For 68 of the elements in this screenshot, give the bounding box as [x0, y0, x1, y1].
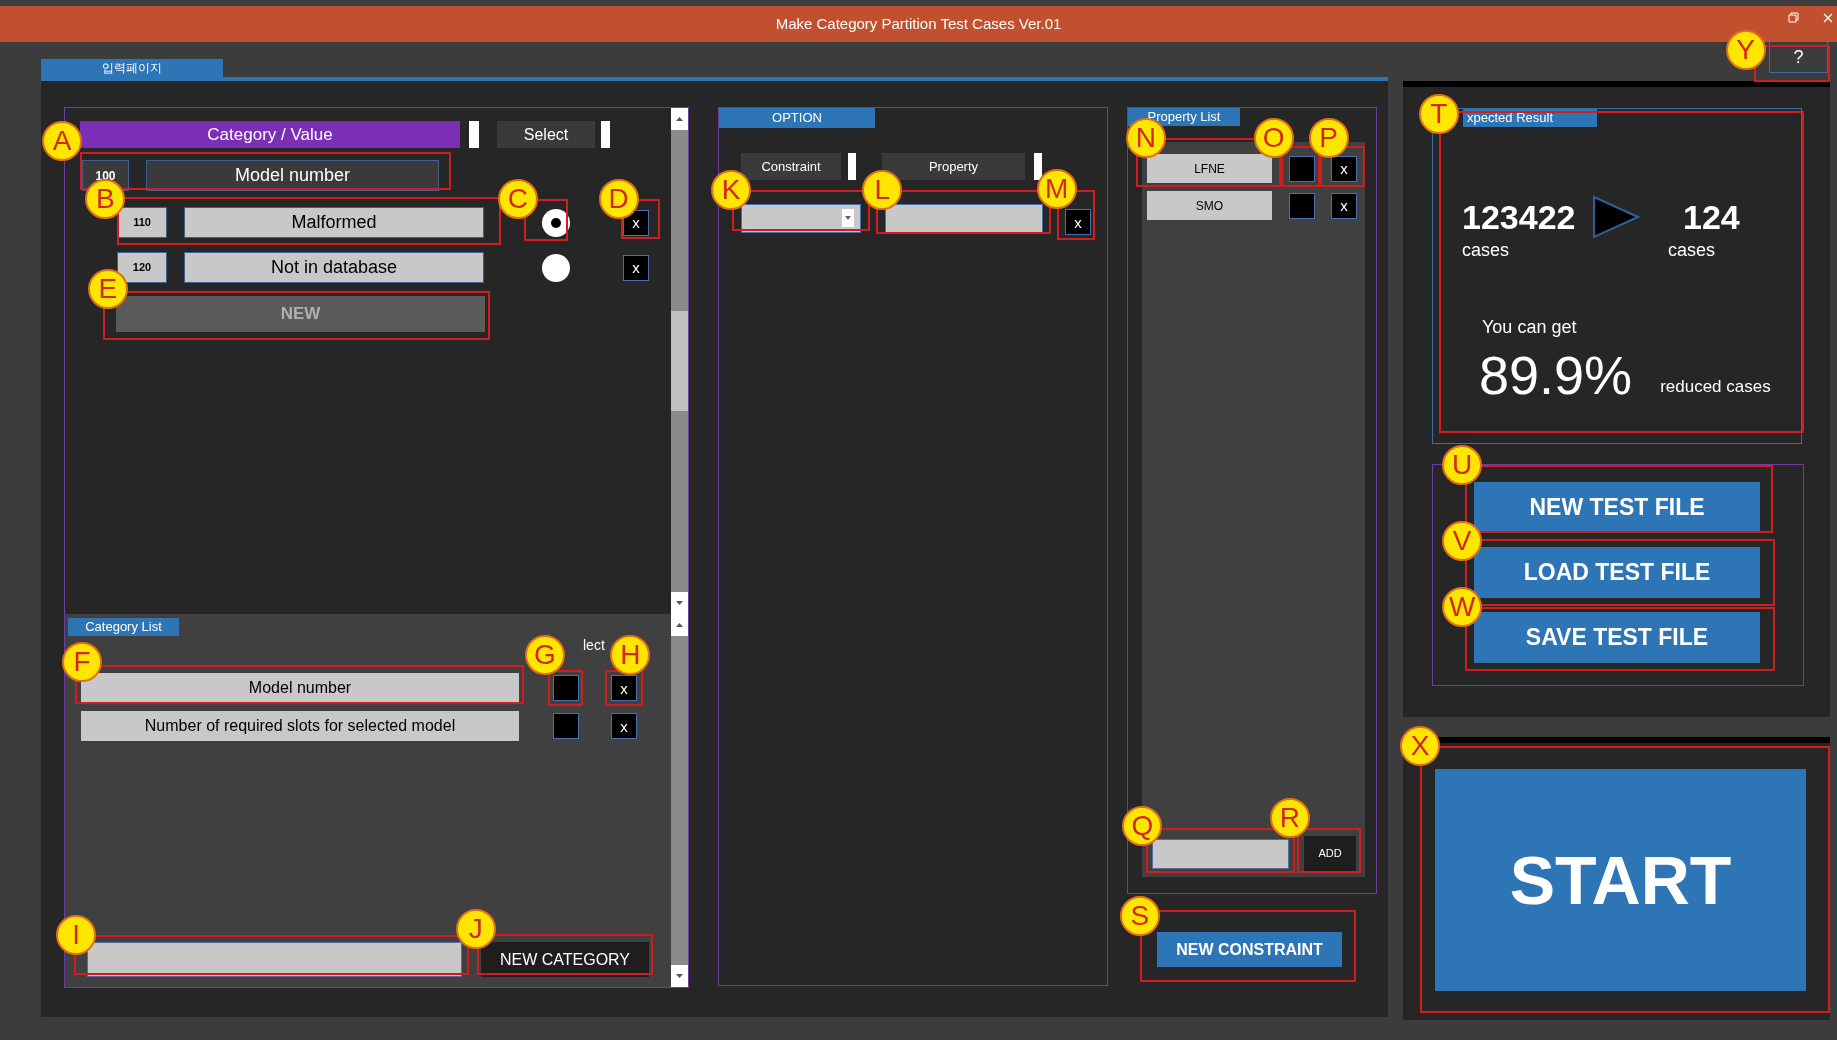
help-button[interactable]: ? [1769, 41, 1828, 73]
window-title: Make Category Partition Test Cases Ver.01 [775, 13, 1062, 34]
reduction-percent: 89.9% [1479, 345, 1633, 405]
dropdown-caret-icon [845, 216, 851, 220]
callout-marker: X [1399, 726, 1440, 767]
splitter-handle[interactable] [848, 153, 856, 180]
start-button[interactable]: START [1435, 769, 1806, 991]
case-count: 123422 [1462, 197, 1577, 237]
file-button[interactable]: LOAD TEST FILE [1474, 547, 1760, 598]
result-caption: You can get [1482, 316, 1578, 339]
delete-button[interactable]: x [611, 713, 637, 739]
caret-up-icon [676, 117, 683, 121]
file-button[interactable]: SAVE TEST FILE [1474, 612, 1760, 663]
category-item[interactable]: Model number [81, 673, 519, 703]
column-header: lect [583, 636, 605, 654]
checkbox[interactable] [553, 675, 579, 701]
splitter-handle[interactable] [601, 121, 610, 148]
delete-button[interactable]: x [623, 254, 649, 281]
delete-button[interactable]: x [1065, 209, 1091, 235]
case-unit: cases [1462, 239, 1511, 262]
column-header: Category / Value [80, 121, 460, 148]
scroll-up-button[interactable] [671, 108, 688, 130]
property-item[interactable]: LFNE [1147, 154, 1272, 183]
callout-marker: Y [1725, 30, 1766, 71]
splitter-handle[interactable] [1034, 153, 1042, 180]
scrollbar[interactable] [671, 108, 688, 614]
category-input-field[interactable] [87, 942, 462, 977]
case-count: 124 [1683, 197, 1740, 237]
caret-down-icon [676, 974, 683, 978]
case-unit: cases [1668, 239, 1717, 262]
value-code: 120 [117, 252, 167, 283]
scroll-up-button[interactable] [671, 614, 688, 636]
scroll-down-button[interactable] [671, 592, 688, 614]
new-category-button[interactable]: NEW CATEGORY [481, 942, 649, 977]
delete-button[interactable]: x [1331, 192, 1357, 219]
category-item[interactable]: Number of required slots for selected model [81, 711, 519, 741]
restore-icon[interactable] [1788, 12, 1799, 23]
radio-button[interactable] [542, 253, 570, 282]
property-input-field[interactable] [885, 203, 1043, 233]
value-name[interactable]: Malformed [184, 207, 484, 238]
checkbox[interactable] [553, 713, 579, 739]
column-header: Select [497, 121, 595, 148]
add-button[interactable]: ADD [1304, 836, 1356, 871]
column-header: Constraint [741, 153, 841, 180]
value-code: 110 [117, 207, 167, 238]
checkbox[interactable] [1289, 192, 1315, 219]
new-constraint-button[interactable]: NEW CONSTRAINT [1157, 932, 1342, 967]
file-button[interactable]: NEW TEST FILE [1474, 482, 1760, 533]
close-icon[interactable] [1823, 12, 1833, 23]
column-header: Property [882, 153, 1025, 180]
caret-up-icon [676, 623, 683, 627]
property-item[interactable]: SMO [1147, 191, 1272, 220]
result-caption: reduced cases [1660, 375, 1771, 398]
scroll-thumb[interactable] [671, 311, 688, 411]
value-name[interactable]: Not in database [184, 252, 484, 283]
property-input-field[interactable] [1152, 838, 1289, 869]
page-tab[interactable]: 입력페이지 [41, 59, 223, 77]
delete-button[interactable]: x [1331, 155, 1357, 182]
constraint-dropdown[interactable] [741, 203, 861, 233]
scroll-down-button[interactable] [671, 965, 688, 987]
category-name[interactable]: Model number [146, 160, 439, 191]
checkbox[interactable] [1289, 155, 1315, 182]
play-arrow-icon [1592, 195, 1640, 239]
radio-button[interactable] [542, 208, 570, 237]
delete-button[interactable]: x [611, 675, 637, 701]
splitter-handle[interactable] [469, 121, 479, 148]
scrollbar[interactable] [671, 614, 688, 987]
caret-down-icon [676, 601, 683, 605]
